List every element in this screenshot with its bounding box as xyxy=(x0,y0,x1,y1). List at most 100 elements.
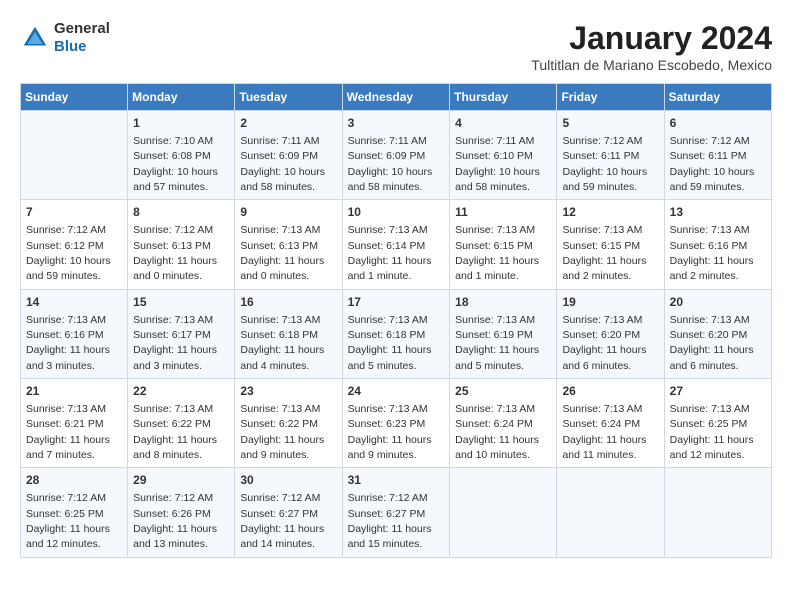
day-info: Sunrise: 7:13 AM Sunset: 6:20 PM Dayligh… xyxy=(670,314,754,372)
day-number: 30 xyxy=(240,472,336,489)
day-info: Sunrise: 7:13 AM Sunset: 6:22 PM Dayligh… xyxy=(133,403,217,461)
day-number: 11 xyxy=(455,204,551,221)
day-info: Sunrise: 7:13 AM Sunset: 6:15 PM Dayligh… xyxy=(455,224,539,282)
logo-text: General Blue xyxy=(54,20,110,56)
calendar-cell: 3 Sunrise: 7:11 AM Sunset: 6:09 PM Daylig… xyxy=(342,111,450,200)
calendar-header: SundayMondayTuesdayWednesdayThursdayFrid… xyxy=(21,84,772,111)
day-info: Sunrise: 7:12 AM Sunset: 6:13 PM Dayligh… xyxy=(133,224,217,282)
day-number: 4 xyxy=(455,115,551,132)
calendar-cell: 31Sunrise: 7:12 AM Sunset: 6:27 PM Dayli… xyxy=(342,468,450,557)
day-info: Sunrise: 7:13 AM Sunset: 6:18 PM Dayligh… xyxy=(240,314,324,372)
day-number: 13 xyxy=(670,204,766,221)
day-info: Sunrise: 7:12 AM Sunset: 6:27 PM Dayligh… xyxy=(348,492,432,550)
calendar-cell: 6 Sunrise: 7:12 AM Sunset: 6:11 PM Daylig… xyxy=(664,111,771,200)
calendar-cell: 4 Sunrise: 7:11 AM Sunset: 6:10 PM Daylig… xyxy=(450,111,557,200)
logo-general: General xyxy=(54,20,110,38)
calendar-cell: 11 Sunrise: 7:13 AM Sunset: 6:15 PM Dayli… xyxy=(450,200,557,289)
day-number: 25 xyxy=(455,383,551,400)
day-number: 23 xyxy=(240,383,336,400)
calendar-cell: 9 Sunrise: 7:13 AM Sunset: 6:13 PM Daylig… xyxy=(235,200,342,289)
week-row-2: 7 Sunrise: 7:12 AM Sunset: 6:12 PM Daylig… xyxy=(21,200,772,289)
day-info: Sunrise: 7:13 AM Sunset: 6:13 PM Dayligh… xyxy=(240,224,324,282)
calendar-cell: 18 Sunrise: 7:13 AM Sunset: 6:19 PM Dayli… xyxy=(450,289,557,378)
day-number: 26 xyxy=(562,383,658,400)
calendar-cell: 13 Sunrise: 7:13 AM Sunset: 6:16 PM Dayli… xyxy=(664,200,771,289)
day-number: 8 xyxy=(133,204,229,221)
day-number: 2 xyxy=(240,115,336,132)
day-info: Sunrise: 7:12 AM Sunset: 6:11 PM Dayligh… xyxy=(670,135,755,193)
week-row-4: 21 Sunrise: 7:13 AM Sunset: 6:21 PM Dayli… xyxy=(21,379,772,468)
day-info: Sunrise: 7:12 AM Sunset: 6:12 PM Dayligh… xyxy=(26,224,111,282)
calendar-cell: 8 Sunrise: 7:12 AM Sunset: 6:13 PM Daylig… xyxy=(128,200,235,289)
header-row: SundayMondayTuesdayWednesdayThursdayFrid… xyxy=(21,84,772,111)
calendar-cell: 7 Sunrise: 7:12 AM Sunset: 6:12 PM Daylig… xyxy=(21,200,128,289)
header-day-sunday: Sunday xyxy=(21,84,128,111)
calendar-cell: 14 Sunrise: 7:13 AM Sunset: 6:16 PM Dayli… xyxy=(21,289,128,378)
calendar-cell: 20 Sunrise: 7:13 AM Sunset: 6:20 PM Dayli… xyxy=(664,289,771,378)
calendar-cell: 2Sunrise: 7:11 AM Sunset: 6:09 PM Daylig… xyxy=(235,111,342,200)
header-day-wednesday: Wednesday xyxy=(342,84,450,111)
calendar-cell: 25 Sunrise: 7:13 AM Sunset: 6:24 PM Dayli… xyxy=(450,379,557,468)
calendar-cell xyxy=(21,111,128,200)
week-row-3: 14 Sunrise: 7:13 AM Sunset: 6:16 PM Dayli… xyxy=(21,289,772,378)
logo: General Blue xyxy=(20,20,110,56)
header-day-tuesday: Tuesday xyxy=(235,84,342,111)
day-info: Sunrise: 7:10 AM Sunset: 6:08 PM Dayligh… xyxy=(133,135,218,193)
calendar-cell: 15 Sunrise: 7:13 AM Sunset: 6:17 PM Dayli… xyxy=(128,289,235,378)
day-number: 17 xyxy=(348,294,445,311)
day-number: 7 xyxy=(26,204,122,221)
day-info: Sunrise: 7:13 AM Sunset: 6:16 PM Dayligh… xyxy=(26,314,110,372)
calendar-cell xyxy=(557,468,664,557)
day-number: 9 xyxy=(240,204,336,221)
header-day-friday: Friday xyxy=(557,84,664,111)
calendar-cell: 23 Sunrise: 7:13 AM Sunset: 6:22 PM Dayli… xyxy=(235,379,342,468)
day-number: 28 xyxy=(26,472,122,489)
calendar-cell: 17 Sunrise: 7:13 AM Sunset: 6:18 PM Dayli… xyxy=(342,289,450,378)
day-info: Sunrise: 7:13 AM Sunset: 6:15 PM Dayligh… xyxy=(562,224,646,282)
day-info: Sunrise: 7:13 AM Sunset: 6:19 PM Dayligh… xyxy=(455,314,539,372)
day-info: Sunrise: 7:13 AM Sunset: 6:16 PM Dayligh… xyxy=(670,224,754,282)
logo-icon xyxy=(20,23,50,53)
day-number: 21 xyxy=(26,383,122,400)
calendar-body: 1 Sunrise: 7:10 AM Sunset: 6:08 PM Daylig… xyxy=(21,111,772,558)
day-number: 6 xyxy=(670,115,766,132)
day-number: 14 xyxy=(26,294,122,311)
calendar-cell: 24Sunrise: 7:13 AM Sunset: 6:23 PM Dayli… xyxy=(342,379,450,468)
header-day-thursday: Thursday xyxy=(450,84,557,111)
day-info: Sunrise: 7:11 AM Sunset: 6:09 PM Dayligh… xyxy=(348,135,433,193)
day-info: Sunrise: 7:13 AM Sunset: 6:17 PM Dayligh… xyxy=(133,314,217,372)
day-number: 15 xyxy=(133,294,229,311)
day-number: 19 xyxy=(562,294,658,311)
day-number: 1 xyxy=(133,115,229,132)
day-number: 16 xyxy=(240,294,336,311)
day-number: 18 xyxy=(455,294,551,311)
day-number: 5 xyxy=(562,115,658,132)
calendar-cell: 1 Sunrise: 7:10 AM Sunset: 6:08 PM Daylig… xyxy=(128,111,235,200)
calendar-cell: 28 Sunrise: 7:12 AM Sunset: 6:25 PM Dayli… xyxy=(21,468,128,557)
day-info: Sunrise: 7:13 AM Sunset: 6:20 PM Dayligh… xyxy=(562,314,646,372)
day-info: Sunrise: 7:13 AM Sunset: 6:25 PM Dayligh… xyxy=(670,403,754,461)
calendar-cell: 5 Sunrise: 7:12 AM Sunset: 6:11 PM Daylig… xyxy=(557,111,664,200)
calendar-cell: 26 Sunrise: 7:13 AM Sunset: 6:24 PM Dayli… xyxy=(557,379,664,468)
day-number: 3 xyxy=(348,115,445,132)
day-info: Sunrise: 7:12 AM Sunset: 6:25 PM Dayligh… xyxy=(26,492,110,550)
day-number: 12 xyxy=(562,204,658,221)
day-number: 29 xyxy=(133,472,229,489)
day-number: 27 xyxy=(670,383,766,400)
day-info: Sunrise: 7:13 AM Sunset: 6:24 PM Dayligh… xyxy=(562,403,646,461)
calendar-title: January 2024 xyxy=(531,20,772,57)
day-info: Sunrise: 7:11 AM Sunset: 6:10 PM Dayligh… xyxy=(455,135,540,193)
day-number: 20 xyxy=(670,294,766,311)
calendar-cell: 30Sunrise: 7:12 AM Sunset: 6:27 PM Dayli… xyxy=(235,468,342,557)
day-info: Sunrise: 7:13 AM Sunset: 6:21 PM Dayligh… xyxy=(26,403,110,461)
title-block: January 2024 Tultitlan de Mariano Escobe… xyxy=(531,20,772,73)
calendar-cell: 22Sunrise: 7:13 AM Sunset: 6:22 PM Dayli… xyxy=(128,379,235,468)
day-info: Sunrise: 7:12 AM Sunset: 6:11 PM Dayligh… xyxy=(562,135,647,193)
day-info: Sunrise: 7:13 AM Sunset: 6:23 PM Dayligh… xyxy=(348,403,432,461)
day-info: Sunrise: 7:13 AM Sunset: 6:18 PM Dayligh… xyxy=(348,314,432,372)
day-info: Sunrise: 7:13 AM Sunset: 6:24 PM Dayligh… xyxy=(455,403,539,461)
header-day-monday: Monday xyxy=(128,84,235,111)
calendar-subtitle: Tultitlan de Mariano Escobedo, Mexico xyxy=(531,57,772,73)
calendar-cell: 21 Sunrise: 7:13 AM Sunset: 6:21 PM Dayli… xyxy=(21,379,128,468)
day-info: Sunrise: 7:13 AM Sunset: 6:22 PM Dayligh… xyxy=(240,403,324,461)
